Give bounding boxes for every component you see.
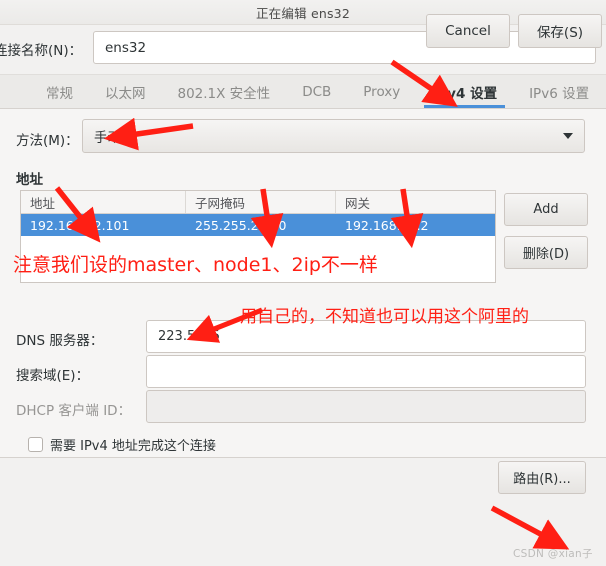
annotation-note-addresses: 注意我们设的master、node1、2ip不一样: [13, 254, 378, 276]
dialog-titlebar: 正在编辑 ens32: [0, 0, 606, 25]
addresses-heading: 地址: [16, 172, 43, 188]
delete-address-button[interactable]: 删除(D): [504, 236, 588, 269]
search-domains-label: 搜索域(E)：: [16, 368, 90, 384]
dialog-footer: [0, 509, 606, 566]
column-header-gateway[interactable]: 网关: [336, 191, 495, 213]
tab-8021x-security-label: 802.1X 安全性: [177, 85, 271, 102]
chevron-down-icon: [563, 133, 573, 139]
cancel-button-label: Cancel: [445, 23, 491, 39]
method-combobox-value: 手动: [94, 130, 121, 146]
edit-connection-dialog: 正在编辑 ens32 连接名称(N)： 常规 以太网 802.1X 安全性 DC…: [0, 0, 606, 566]
tab-ipv4-settings-label: IPv4 设置: [432, 85, 498, 102]
require-ipv4-checkbox[interactable]: [28, 437, 43, 452]
dialog-title: 正在编辑 ens32: [255, 5, 350, 21]
save-button[interactable]: 保存(S): [518, 14, 602, 48]
search-domains-input[interactable]: [146, 355, 586, 388]
routes-button-label: 路由(R)...: [513, 472, 571, 487]
column-header-netmask[interactable]: 子网掩码: [186, 191, 336, 213]
tab-proxy[interactable]: Proxy: [347, 75, 416, 108]
tab-dcb[interactable]: DCB: [286, 75, 347, 108]
tab-ethernet-label: 以太网: [105, 85, 146, 102]
tab-ipv6-settings[interactable]: IPv6 设置: [513, 75, 605, 108]
annotation-note-dns: 用自己的，不知道也可以用这个阿里的: [240, 307, 529, 327]
tab-ipv4-settings[interactable]: IPv4 设置: [416, 75, 513, 108]
method-combobox[interactable]: 手动: [82, 119, 585, 153]
addresses-table-header: 地址 子网掩码 网关: [21, 191, 495, 214]
add-address-button[interactable]: Add: [504, 193, 588, 226]
add-address-button-label: Add: [533, 202, 559, 217]
tab-proxy-label: Proxy: [363, 83, 401, 100]
require-ipv4-checkbox-row[interactable]: 需要 IPv4 地址完成这个连接: [28, 435, 216, 454]
tab-general-label: 常规: [46, 85, 73, 102]
column-header-address[interactable]: 地址: [21, 191, 186, 213]
dhcp-client-id-label: DHCP 客户端 ID：: [16, 403, 132, 419]
require-ipv4-label: 需要 IPv4 地址完成这个连接: [50, 439, 216, 454]
connection-name-label: 连接名称(N)：: [0, 43, 83, 59]
tab-8021x-security[interactable]: 802.1X 安全性: [162, 75, 287, 108]
tab-general[interactable]: 常规: [30, 75, 89, 108]
table-row[interactable]: 192.168.12.101 255.255.255.0 192.168.12.…: [21, 214, 495, 236]
method-label: 方法(M)：: [16, 133, 79, 149]
settings-tabbar: 常规 以太网 802.1X 安全性 DCB Proxy IPv4 设置 IPv6…: [0, 74, 606, 109]
cancel-button[interactable]: Cancel: [426, 14, 510, 48]
routes-button[interactable]: 路由(R)...: [498, 461, 586, 494]
cell-address[interactable]: 192.168.12.101: [21, 214, 186, 236]
cell-gateway[interactable]: 192.168.12.2: [336, 214, 495, 236]
tab-dcb-label: DCB: [302, 83, 332, 100]
tab-ipv6-settings-label: IPv6 设置: [529, 85, 590, 102]
tab-ethernet[interactable]: 以太网: [89, 75, 162, 108]
dhcp-client-id-input: [146, 390, 586, 423]
dns-servers-label: DNS 服务器：: [16, 333, 104, 349]
cell-netmask[interactable]: 255.255.255.0: [186, 214, 336, 236]
delete-address-button-label: 删除(D): [522, 247, 570, 262]
save-button-label: 保存(S): [536, 25, 584, 41]
